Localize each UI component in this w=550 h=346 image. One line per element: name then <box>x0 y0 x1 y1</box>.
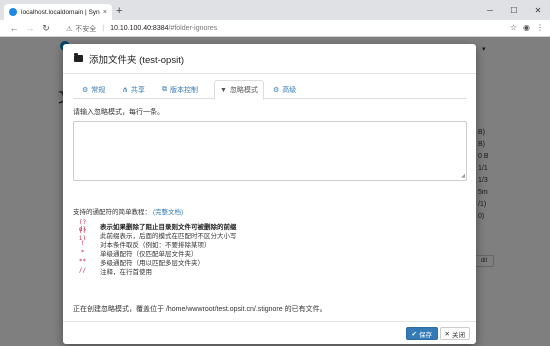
close-icon: ✕ <box>444 330 450 338</box>
reference-prefix: 支持的通配符的简单教程： <box>73 209 151 216</box>
check-icon: ✔ <box>411 330 417 338</box>
browser-tabstrip: localhost.localdomain | Syncthing × + ─ … <box>0 0 550 20</box>
warning-icon: ⚠ <box>66 25 73 33</box>
full-docs-link[interactable]: (完整文档) <box>153 209 183 216</box>
url-host: 10.10.100.40:8384 <box>110 25 169 32</box>
add-folder-modal: 添加文件夹 (test-opsit) ⚙ 常规 ⋔ 共享 ⧉ 版本控制 ▼ 忽略… <box>63 44 476 344</box>
address-bar: ← → ↻ ⚠ 不安全 | 10.10.100.40:8384/#folder-… <box>0 20 550 37</box>
window-controls: ─ ☐ ✕ <box>478 0 550 20</box>
resize-grip-icon[interactable]: ◢ <box>461 173 465 179</box>
modal-tabs: ⚙ 常规 ⋔ 共享 ⧉ 版本控制 ▼ 忽略模式 ⚙ 高级 <box>73 80 467 100</box>
close-label: 关闭 <box>452 331 465 339</box>
save-label: 保存 <box>419 331 432 339</box>
list-item: // 注释，在行首使用 <box>76 266 237 276</box>
security-label: 不安全 <box>75 25 97 33</box>
gear-icon: ⚙ <box>82 86 89 94</box>
tab-close-icon[interactable]: × <box>103 9 107 16</box>
modal-header: 添加文件夹 (test-opsit) <box>63 44 476 74</box>
reload-icon[interactable]: ↻ <box>38 23 54 34</box>
minimize-icon[interactable]: ─ <box>478 0 502 20</box>
rule-desc: 注释，在行首使用 <box>100 268 152 276</box>
maximize-icon[interactable]: ☐ <box>502 0 526 20</box>
tab-versioning[interactable]: ⧉ 版本控制 <box>157 80 203 99</box>
wildcard-reference: 支持的通配符的简单教程： (完整文档) <box>73 206 183 216</box>
copy-icon: ⧉ <box>162 85 167 93</box>
tab-label: 共享 <box>130 86 145 94</box>
ignore-patterns-textarea[interactable]: ◢ <box>73 121 467 181</box>
url-path: /#folder-ignores <box>168 25 218 32</box>
close-button[interactable]: ✕ 关闭 <box>439 327 470 340</box>
new-tab-button[interactable]: + <box>116 4 122 18</box>
url-separator: | <box>102 25 105 32</box>
star-icon[interactable]: ☆ <box>510 23 517 32</box>
url-field[interactable]: ⚠ 不安全 | 10.10.100.40:8384/#folder-ignore… <box>66 22 506 35</box>
tab-label: 高级 <box>282 86 297 94</box>
rule-code: * <box>80 249 85 256</box>
filter-icon: ▼ <box>220 86 227 94</box>
tab-sharing[interactable]: ⋔ 共享 <box>117 80 150 99</box>
ignore-hint: 请输入忽略模式，每行一条。 <box>73 109 164 116</box>
menu-icon[interactable]: ⋮ <box>536 23 544 32</box>
wildcard-rules: (?d) 表示如果删除了阻止目录则文件可被删除的前缀 (?i) 此前缀表示，后面… <box>76 219 237 276</box>
forward-icon[interactable]: → <box>22 23 38 33</box>
rule-code: // <box>78 267 87 274</box>
tab-ignore-patterns[interactable]: ▼ 忽略模式 <box>214 80 264 100</box>
save-button[interactable]: ✔ 保存 <box>405 327 438 340</box>
tab-label: 常规 <box>91 86 106 94</box>
stignore-note: 正在创建忽略模式，覆盖位于 /home/wwwroot/test.opsit.c… <box>73 306 327 313</box>
cogs-icon: ⚙ <box>273 86 280 94</box>
browser-tab[interactable]: localhost.localdomain | Syncthing × <box>4 4 112 20</box>
rule-code: ! <box>80 240 85 247</box>
window-close-icon[interactable]: ✕ <box>526 0 550 20</box>
modal-title: 添加文件夹 (test-opsit) <box>89 54 185 66</box>
tab-label: 忽略模式 <box>229 87 258 94</box>
toolbar-icons: ☆ ◉ ⋮ <box>510 23 544 32</box>
profile-icon[interactable]: ◉ <box>523 23 530 32</box>
back-icon[interactable]: ← <box>6 23 22 33</box>
syncthing-favicon-icon <box>9 8 17 16</box>
tab-advanced[interactable]: ⚙ 高级 <box>268 80 301 99</box>
browser-tab-title: localhost.localdomain | Syncthing <box>21 8 100 16</box>
tab-general[interactable]: ⚙ 常规 <box>77 80 110 99</box>
tab-label: 版本控制 <box>170 86 198 94</box>
modal-footer: ✔ 保存 ✕ 关闭 <box>63 321 476 344</box>
rule-code: ** <box>78 258 87 265</box>
folder-icon <box>74 53 83 62</box>
share-icon: ⋔ <box>122 86 128 94</box>
